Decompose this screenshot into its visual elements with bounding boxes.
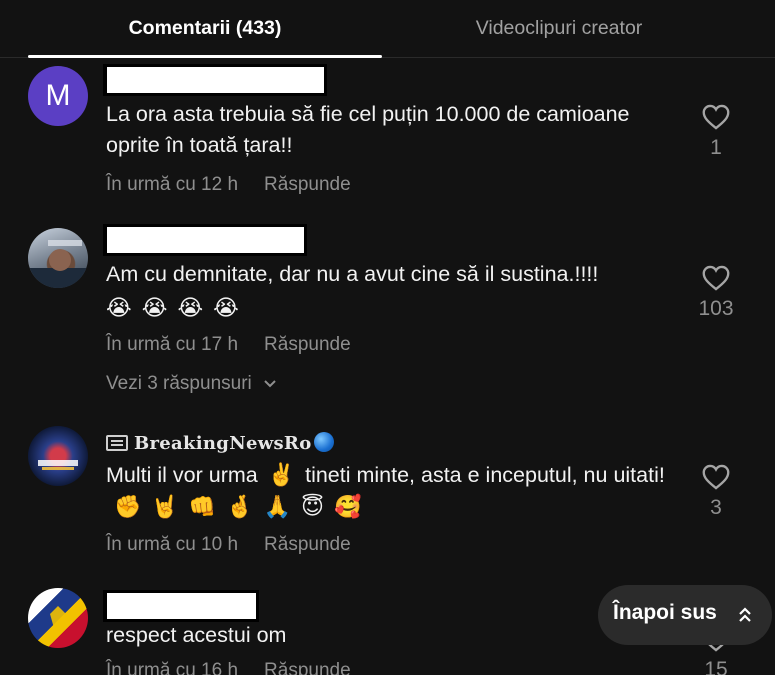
comment-text-body: Multi il vor urma ✌️ tineti minte, asta … [106, 459, 686, 523]
comment-text: Multi il vor urma ✌️ tineti minte, asta … [106, 459, 686, 523]
reply-button[interactable]: Răspunde [264, 334, 351, 355]
rock-hand-emoji: 🤘 [151, 494, 179, 519]
comment-meta: În urmă cu 10 h Răspunde [106, 534, 351, 556]
comment-text-segment: Multi il vor urma [106, 463, 258, 487]
comment-text: Am cu demnitate, dar nu a avut cine să i… [106, 259, 686, 324]
redacted-username [103, 224, 307, 256]
praying-hands-emoji: 🙏 [263, 494, 292, 519]
emoji-row: ✊ 🤘 👊 🤞 🙏 😇 🥰 [114, 494, 371, 519]
comment-time: În urmă cu 16 h [106, 660, 239, 675]
reply-button[interactable]: Răspunde [264, 534, 351, 555]
raised-fist-emoji: ✊ [114, 494, 142, 519]
newspaper-icon [106, 435, 128, 451]
like-button[interactable]: 3 [690, 464, 742, 520]
comment-meta: În urmă cu 16 h Răspunde [106, 660, 351, 675]
crying-emoji: 😭 [141, 295, 168, 320]
crying-emoji: 😭 [177, 295, 204, 320]
romanian-flag-icon [50, 606, 66, 628]
crossed-fingers-emoji: 🤞 [226, 494, 254, 519]
like-button[interactable]: 1 [690, 104, 742, 160]
tab-bar: Comentarii (433) Videoclipuri creator [0, 0, 775, 58]
comment-time: În urmă cu 12 h [106, 174, 239, 195]
chevron-down-icon [264, 380, 276, 388]
angel-face-emoji: 😇 [301, 494, 324, 519]
like-count: 15 [704, 658, 728, 675]
back-to-top-label: Înapoi sus [613, 601, 717, 624]
comment-meta: În urmă cu 12 h Răspunde [106, 174, 351, 196]
comment-text-line: Am cu demnitate, dar nu a avut cine să i… [106, 262, 599, 286]
emoji-row: 😭 😭 😭 😭 [106, 292, 686, 324]
user-photo-icon [28, 240, 88, 288]
avatar[interactable] [28, 228, 88, 288]
fist-bump-emoji: 👊 [188, 494, 217, 519]
back-to-top-button[interactable]: Înapoi sus [598, 585, 772, 645]
like-button[interactable]: 103 [690, 265, 742, 321]
view-replies-button[interactable]: Vezi 3 răspunsuri [106, 373, 277, 395]
crying-emoji: 😭 [213, 295, 239, 320]
smiling-hearts-emoji: 🥰 [333, 494, 362, 519]
comment-time: În urmă cu 10 h [106, 534, 239, 555]
tab-comments[interactable]: Comentarii (433) [28, 0, 382, 57]
victory-hand-emoji: ✌️ [267, 462, 296, 487]
like-count: 1 [710, 136, 722, 159]
avatar[interactable] [28, 588, 88, 648]
active-tab-indicator [28, 55, 382, 58]
heart-outline-icon [702, 464, 730, 490]
redacted-username [103, 590, 259, 622]
heart-outline-icon [702, 104, 730, 130]
avatar[interactable]: M [28, 66, 88, 126]
redacted-username [103, 64, 327, 96]
news-logo-icon [38, 460, 78, 470]
username-text: 𝐁𝐫𝐞𝐚𝐤𝐢𝐧𝐠𝐍𝐞𝐰𝐬𝐑𝐨 [134, 433, 312, 454]
like-count: 103 [698, 297, 734, 320]
view-replies-label: Vezi 3 răspunsuri [106, 373, 252, 394]
reply-button[interactable]: Răspunde [264, 660, 351, 675]
double-chevron-up-icon [739, 607, 751, 622]
username[interactable]: 𝐁𝐫𝐞𝐚𝐤𝐢𝐧𝐠𝐍𝐞𝐰𝐬𝐑𝐨 [106, 432, 334, 454]
like-count: 3 [710, 496, 722, 519]
comment-meta: În urmă cu 17 h Răspunde [106, 334, 351, 356]
heart-outline-icon [702, 265, 730, 291]
comment-time: În urmă cu 17 h [106, 334, 239, 355]
crying-emoji: 😭 [106, 295, 132, 320]
comment-text-segment: tineti minte, asta e inceputul, nu uitat… [305, 463, 665, 487]
tab-creator-videos[interactable]: Videoclipuri creator [382, 0, 736, 57]
comments-panel: Comentarii (433) Videoclipuri creator M … [0, 0, 775, 675]
globe-icon [313, 432, 334, 452]
comment-text: La ora asta trebuia să fie cel puțin 10.… [106, 102, 630, 157]
reply-button[interactable]: Răspunde [264, 174, 351, 195]
avatar[interactable] [28, 426, 88, 486]
